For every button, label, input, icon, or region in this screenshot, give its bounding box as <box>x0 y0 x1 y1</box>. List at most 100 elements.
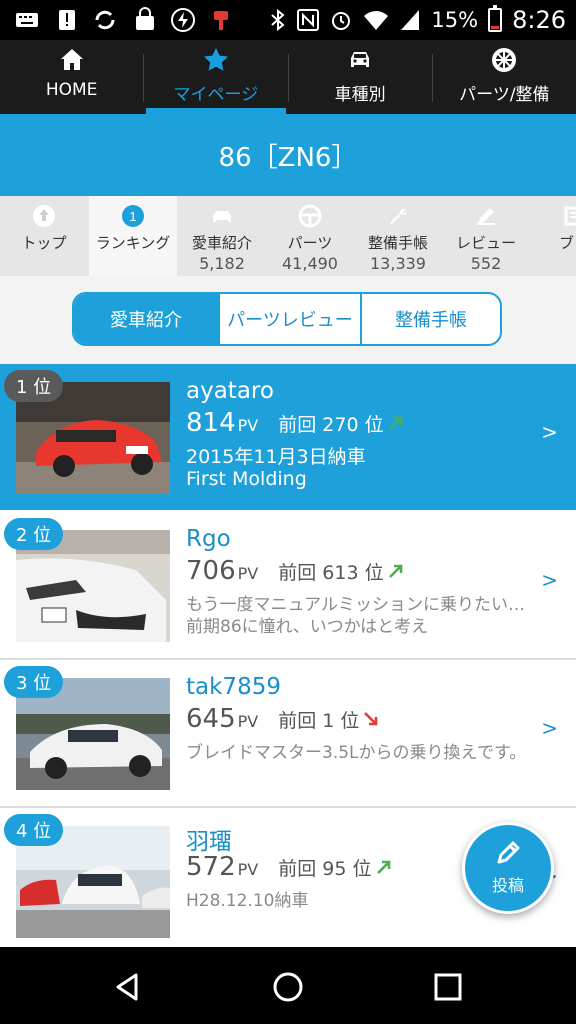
ranking-row[interactable]: 2 位 Rgo 706 PV 前回 613 位 もう一度マニュアルミッションに乗… <box>0 512 576 658</box>
charging-icon <box>171 8 195 32</box>
keyboard-icon <box>16 13 38 27</box>
nav-parts[interactable]: パーツ/整備 <box>433 40 576 114</box>
nav-home[interactable]: HOME <box>0 40 143 114</box>
system-nav-bar <box>0 947 576 1024</box>
recents-icon[interactable] <box>432 971 464 1003</box>
post-button-label: 投稿 <box>491 876 524 895</box>
steering-wheel-icon <box>298 204 322 228</box>
battery-level <box>491 26 500 29</box>
segmented-control: 愛車紹介 パーツレビュー 整備手帳 <box>72 292 502 346</box>
brush-icon <box>214 11 228 30</box>
trend-up-icon <box>388 416 402 430</box>
car-icon <box>351 52 370 67</box>
tab-review[interactable]: レビュー 552 <box>442 196 530 276</box>
segment-car-intro[interactable]: 愛車紹介 <box>74 294 218 344</box>
pen-icon <box>497 841 520 864</box>
pv-unit: PV <box>237 416 259 435</box>
star-icon <box>203 48 228 71</box>
chevron-right-icon: > <box>541 568 558 592</box>
tab-car-intro-label: 愛車紹介 <box>191 234 252 252</box>
nav-mypage[interactable]: マイページ <box>144 40 287 114</box>
home-icon <box>60 49 83 70</box>
pv-line: 706 PV 前回 613 位 <box>186 556 404 586</box>
review-icon <box>477 208 495 225</box>
tab-car-intro[interactable]: 愛車紹介 5,182 <box>178 196 266 276</box>
wifi-icon <box>364 11 389 30</box>
pv-unit: PV <box>237 564 259 583</box>
pv-unit: PV <box>237 860 259 879</box>
chevron-right-icon: > <box>541 716 558 740</box>
chevron-right-icon: > <box>541 420 558 444</box>
pv-unit: PV <box>237 712 259 731</box>
trend-up-icon <box>388 564 402 578</box>
wrench-icon <box>390 208 407 224</box>
user-name[interactable]: Rgo <box>186 526 231 552</box>
status-bar: 15% 8:26 <box>0 0 576 40</box>
car-icon <box>213 211 231 222</box>
rank-badge: 4 位 <box>4 814 64 846</box>
previous-rank: 前回 270 位 <box>278 414 384 436</box>
segment-maintenance[interactable]: 整備手帳 <box>360 294 500 344</box>
pv-line: 645 PV 前回 1 位 <box>186 704 379 734</box>
tab-top-label: トップ <box>21 234 67 252</box>
trend-down-icon <box>364 712 378 726</box>
blog-icon <box>564 206 576 226</box>
tab-blog[interactable]: ブロ <box>530 196 576 276</box>
tab-top[interactable]: トップ <box>0 196 88 276</box>
pv-count: 814 <box>186 408 236 438</box>
user-name[interactable]: tak7859 <box>186 674 281 700</box>
signal-icon <box>401 10 420 30</box>
pv-line: 814 PV 前回 270 位 <box>186 408 404 438</box>
tab-parts[interactable]: パーツ 41,490 <box>266 196 354 276</box>
svg-text:1: 1 <box>129 209 136 224</box>
alarm-icon <box>332 12 351 30</box>
rank-badge: 2 位 <box>4 518 64 550</box>
nav-mypage-label: マイページ <box>173 85 259 105</box>
sub-tabs: トップ 1 ランキング 愛車紹介 5,182 パーツ 41,490 整備手帳 1… <box>0 196 576 276</box>
nav-car-models[interactable]: 車種別 <box>289 40 432 114</box>
battery-percent: 15% <box>431 8 479 32</box>
tab-maintenance-label: 整備手帳 <box>367 234 428 252</box>
tab-review-label: レビュー <box>455 234 516 252</box>
ranking-row[interactable]: 3 位 tak7859 645 PV 前回 1 位 ブレイドマスター3.5Lから… <box>0 660 576 806</box>
pv-count: 706 <box>186 556 236 586</box>
user-name[interactable]: 羽璢 <box>186 822 232 856</box>
sync-icon <box>95 10 115 30</box>
description: 2015年11月3日納車 First Molding <box>186 446 366 490</box>
model-header: 86［ZN6］ <box>0 114 576 196</box>
tab-ranking-label: ランキング <box>95 234 171 252</box>
description: もう一度マニュアルミッションに乗りたい…前期86に憧れ、いつかはと考え <box>186 595 525 637</box>
top-nav: HOME マイページ 車種別 パーツ/整備 <box>0 40 576 114</box>
top-icon <box>33 205 55 227</box>
rank-badge: 1 位 <box>4 370 64 402</box>
segment-area: 愛車紹介 パーツレビュー 整備手帳 <box>0 276 576 364</box>
tab-maintenance[interactable]: 整備手帳 13,339 <box>354 196 442 276</box>
previous-rank: 前回 95 位 <box>278 858 372 880</box>
model-title: 86［ZN6］ <box>218 142 358 173</box>
post-button[interactable]: 投稿 <box>462 822 554 914</box>
tab-review-count: 552 <box>470 254 502 273</box>
battery-icon <box>488 5 503 32</box>
tab-car-intro-count: 5,182 <box>199 254 245 273</box>
pv-line: 572 PV 前回 95 位 <box>186 852 392 882</box>
tab-parts-count: 41,490 <box>282 254 338 273</box>
user-name[interactable]: ayataro <box>186 378 274 404</box>
tab-parts-label: パーツ <box>287 234 333 252</box>
tab-ranking[interactable]: 1 ランキング <box>89 196 177 276</box>
pv-count: 572 <box>186 852 236 882</box>
clock: 8:26 <box>512 6 566 34</box>
wheel-icon <box>492 48 517 72</box>
home-circle-icon[interactable] <box>272 971 304 1003</box>
tab-blog-label: ブロ <box>558 234 576 252</box>
pv-count: 645 <box>186 704 236 734</box>
rank-badge: 3 位 <box>4 666 64 698</box>
shopping-bag-icon <box>136 7 154 30</box>
previous-rank: 前回 613 位 <box>278 562 384 584</box>
ranking-row[interactable]: 1 位 ayataro 814 PV 前回 270 位 2015年11月3日納車… <box>0 364 576 510</box>
back-icon[interactable] <box>112 971 144 1003</box>
nav-parts-label: パーツ/整備 <box>459 85 550 105</box>
alert-icon <box>59 10 75 30</box>
nfc-icon <box>297 9 320 31</box>
segment-parts-review[interactable]: パーツレビュー <box>218 294 360 344</box>
tab-maintenance-count: 13,339 <box>370 254 426 273</box>
